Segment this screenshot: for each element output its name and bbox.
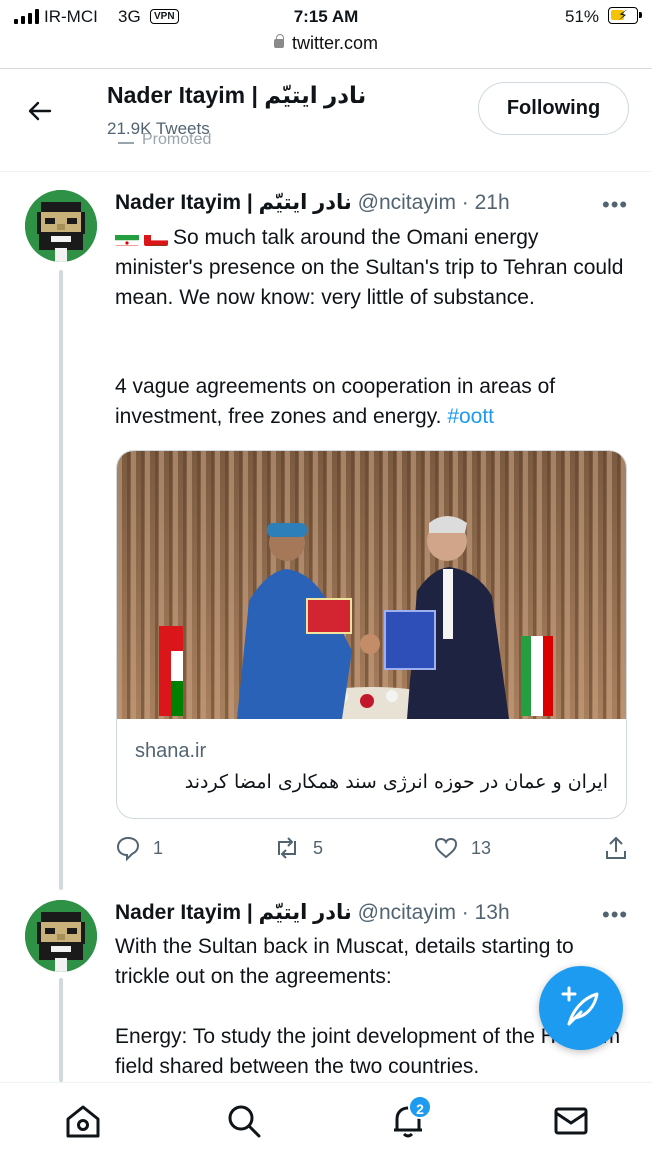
card-title: ایران و عمان در حوزه انرژی سند همکاری ام… bbox=[184, 771, 608, 793]
profile-name: Nader Itayim | نادر ایتیّم bbox=[107, 82, 367, 108]
reply-button[interactable]: 1 bbox=[115, 835, 163, 861]
tweet-actions: 1 5 13 bbox=[115, 835, 630, 865]
reply-icon bbox=[116, 836, 140, 861]
promoted-label-peek: Promoted bbox=[118, 133, 211, 145]
tweet-header: Nader Itayim | نادر ایتیّم @ncitayim · 2… bbox=[115, 190, 510, 215]
status-bar: IR-MCI 3G VPN 7:15 AM 51% ⚡ bbox=[0, 0, 652, 34]
following-button[interactable]: Following bbox=[478, 82, 629, 135]
back-arrow-icon[interactable] bbox=[26, 97, 54, 125]
compose-tweet-button[interactable] bbox=[539, 966, 623, 1050]
notifications-badge: 2 bbox=[408, 1095, 432, 1119]
reply-count: 1 bbox=[153, 837, 164, 858]
tweet-text: So much talk around the Omani energy min… bbox=[115, 223, 630, 313]
pixel-avatar-icon bbox=[25, 900, 97, 972]
author-handle-time[interactable]: @ncitayim · 21h bbox=[358, 191, 510, 214]
tweet-text-paragraph-1: So much talk around the Omani energy min… bbox=[115, 226, 624, 309]
promoted-text: Promoted bbox=[142, 133, 212, 145]
home-icon[interactable] bbox=[63, 1101, 103, 1141]
like-button[interactable]: 13 bbox=[433, 835, 491, 861]
author-handle-time[interactable]: @ncitayim · 13h bbox=[358, 901, 510, 924]
messages-envelope-icon[interactable] bbox=[551, 1101, 591, 1141]
card-domain: shana.ir bbox=[135, 740, 207, 762]
hashtag-link[interactable]: #oott bbox=[447, 405, 494, 428]
iran-flag-icon bbox=[115, 230, 139, 246]
thread-line bbox=[59, 978, 63, 1082]
author-name[interactable]: Nader Itayim | نادر ایتیّم bbox=[115, 901, 352, 924]
avatar[interactable] bbox=[25, 190, 97, 262]
clock: 7:15 AM bbox=[293, 7, 359, 26]
heart-icon bbox=[434, 837, 458, 859]
tweet-text-2: 4 vague agreements on cooperation in are… bbox=[115, 372, 630, 432]
promoted-icon bbox=[118, 136, 134, 144]
retweet-icon bbox=[278, 837, 296, 859]
link-card[interactable]: shana.ir ایران و عمان در حوزه انرژی سند … bbox=[116, 450, 627, 819]
retweet-button[interactable]: 5 bbox=[273, 835, 323, 861]
more-options-icon[interactable]: ••• bbox=[602, 902, 628, 928]
more-options-icon[interactable]: ••• bbox=[602, 192, 628, 218]
profile-header: Nader Itayim | نادر ایتیّم 21.9K Tweets … bbox=[0, 69, 652, 172]
like-count: 13 bbox=[471, 837, 492, 858]
thread-line bbox=[59, 270, 63, 890]
compose-feather-icon bbox=[561, 986, 599, 1026]
lock-icon bbox=[273, 34, 284, 48]
url-bar[interactable]: twitter.com bbox=[0, 33, 652, 54]
bottom-navigation bbox=[0, 1082, 652, 1160]
avatar[interactable] bbox=[25, 900, 97, 972]
card-image bbox=[117, 451, 626, 731]
oman-flag-icon bbox=[144, 230, 168, 246]
tweet-header: Nader Itayim | نادر ایتیّم @ncitayim · 1… bbox=[115, 900, 510, 925]
search-icon[interactable] bbox=[224, 1101, 264, 1141]
author-name[interactable]: Nader Itayim | نادر ایتیّم bbox=[115, 191, 352, 214]
share-icon bbox=[606, 836, 626, 859]
battery-percent: 51% bbox=[565, 7, 600, 26]
pixel-avatar-icon bbox=[25, 190, 97, 262]
url-text: twitter.com bbox=[291, 33, 379, 53]
share-button[interactable] bbox=[603, 835, 629, 861]
retweet-count: 5 bbox=[313, 837, 324, 858]
charging-bolt-icon: ⚡ bbox=[618, 7, 628, 23]
